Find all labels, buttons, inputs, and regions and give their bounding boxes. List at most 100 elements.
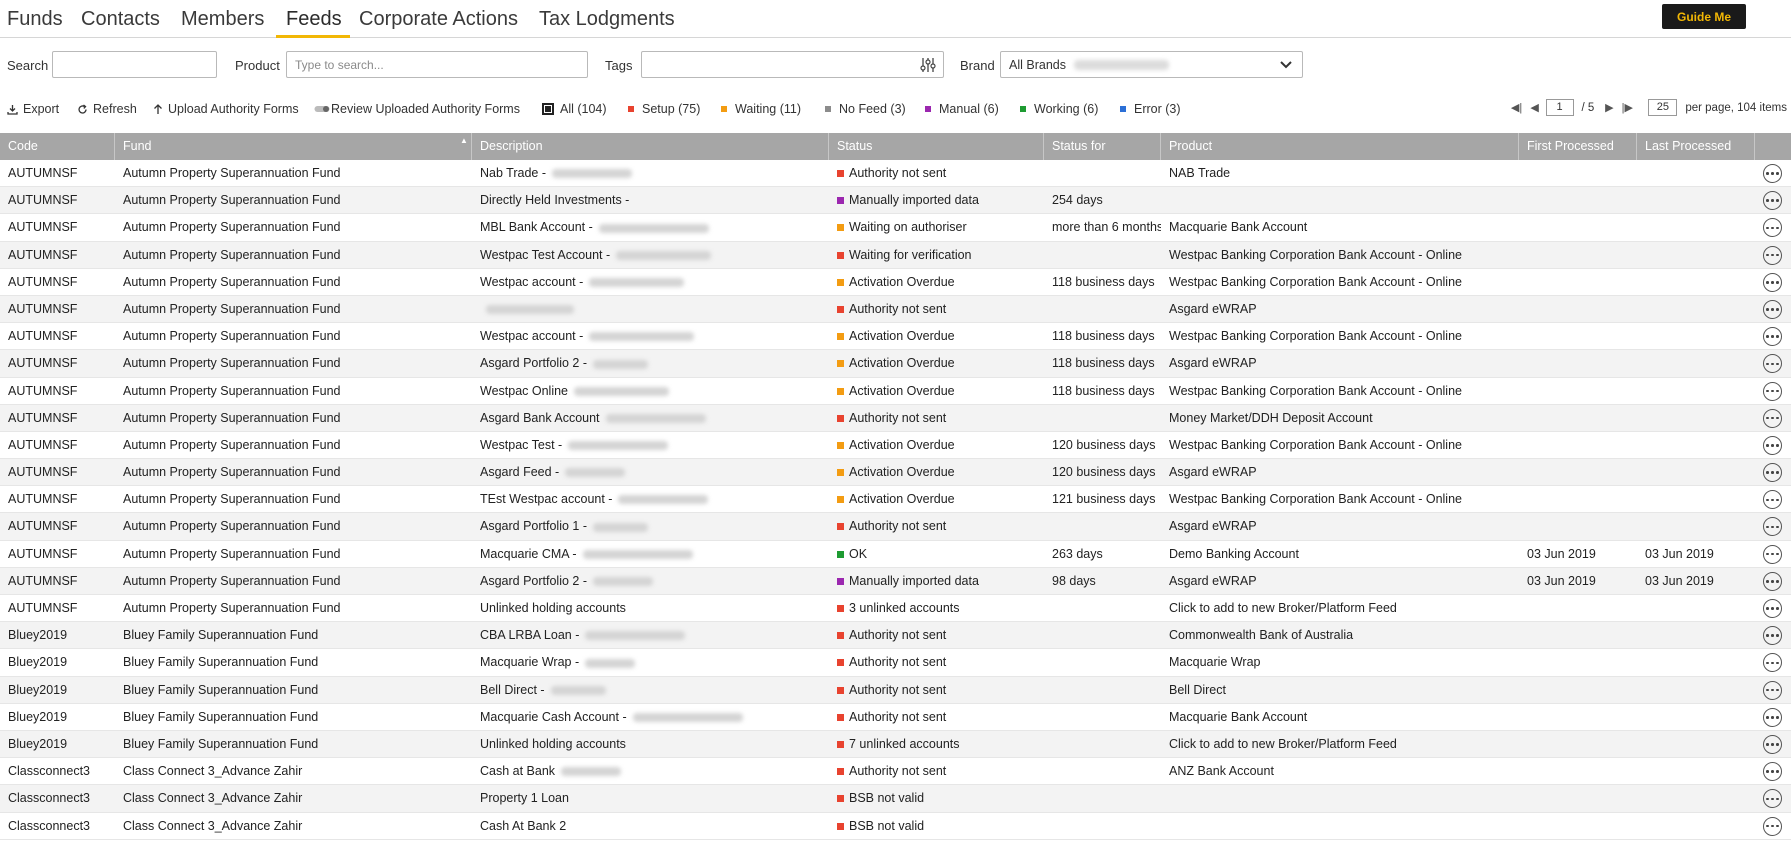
row-actions-icon[interactable] xyxy=(1763,463,1782,483)
table-row[interactable]: AUTUMNSF Autumn Property Superannuation F… xyxy=(0,187,1791,215)
cell-product[interactable]: Click to add to new Broker/Platform Feed xyxy=(1161,731,1519,758)
refresh-button[interactable]: Refresh xyxy=(77,102,137,116)
row-actions-icon[interactable] xyxy=(1763,599,1782,618)
table-row[interactable]: Bluey2019 Bluey Family Superannuation Fun… xyxy=(0,649,1791,677)
row-actions-icon[interactable] xyxy=(1763,164,1782,183)
cell-product[interactable]: Asgard eWRAP xyxy=(1161,350,1519,377)
row-actions-icon[interactable] xyxy=(1763,762,1782,782)
tab-contacts[interactable]: Contacts xyxy=(81,8,160,31)
tab-corporate-actions[interactable]: Corporate Actions xyxy=(359,8,518,31)
table-row[interactable]: AUTUMNSF Autumn Property Superannuation F… xyxy=(0,323,1791,351)
cell-product[interactable]: Bell Direct xyxy=(1161,677,1519,704)
table-row[interactable]: AUTUMNSF Autumn Property Superannuation F… xyxy=(0,378,1791,405)
last-page-icon[interactable]: |▶ xyxy=(1620,101,1634,114)
export-button[interactable]: Export xyxy=(7,102,59,116)
row-actions-icon[interactable] xyxy=(1763,816,1782,836)
table-row[interactable]: Bluey2019 Bluey Family Superannuation Fun… xyxy=(0,704,1791,731)
row-actions-icon[interactable] xyxy=(1763,544,1782,564)
tab-members[interactable]: Members xyxy=(181,8,264,31)
row-actions-icon[interactable] xyxy=(1763,381,1782,401)
column-header-description[interactable]: Description xyxy=(472,133,829,160)
legend-manual[interactable]: Manual (6) xyxy=(925,102,999,116)
brand-select[interactable]: All Brands xyxy=(1000,51,1303,78)
cell-product[interactable]: Westpac Banking Corporation Bank Account… xyxy=(1161,323,1519,350)
legend-error[interactable]: Error (3) xyxy=(1120,102,1181,116)
column-header-status[interactable]: Status xyxy=(829,133,1044,160)
table-row[interactable]: AUTUMNSF Autumn Property Superannuation F… xyxy=(0,350,1791,378)
cell-product[interactable]: ANZ Bank Account xyxy=(1161,758,1519,785)
tab-feeds[interactable]: Feeds xyxy=(286,8,342,31)
cell-product[interactable]: Asgard eWRAP xyxy=(1161,513,1519,540)
cell-product[interactable] xyxy=(1161,785,1519,812)
column-header-first-processed[interactable]: First Processed xyxy=(1519,133,1637,160)
row-actions-icon[interactable] xyxy=(1763,218,1782,238)
row-actions-icon[interactable] xyxy=(1763,327,1782,347)
cell-product[interactable]: Macquarie Bank Account xyxy=(1161,214,1519,241)
cell-product[interactable]: Macquarie Wrap xyxy=(1161,649,1519,676)
cell-product[interactable]: Click to add to new Broker/Platform Feed xyxy=(1161,595,1519,622)
column-header-fund[interactable]: Fund xyxy=(115,133,472,160)
row-actions-icon[interactable] xyxy=(1763,734,1782,754)
table-row[interactable]: Bluey2019 Bluey Family Superannuation Fun… xyxy=(0,622,1791,650)
table-row[interactable]: AUTUMNSF Autumn Property Superannuation F… xyxy=(0,595,1791,623)
row-actions-icon[interactable] xyxy=(1763,408,1782,428)
review-uploaded-forms-button[interactable]: Review Uploaded Authority Forms xyxy=(314,102,520,116)
table-row[interactable]: AUTUMNSF Autumn Property Superannuation F… xyxy=(0,295,1791,324)
cell-product[interactable]: Asgard eWRAP xyxy=(1161,568,1519,595)
prev-page-icon[interactable]: ◀ xyxy=(1528,101,1542,114)
row-actions-icon[interactable] xyxy=(1763,653,1782,673)
column-header-last-processed[interactable]: Last Processed xyxy=(1637,133,1755,160)
tab-tax-lodgments[interactable]: Tax Lodgments xyxy=(539,8,675,31)
row-actions-icon[interactable] xyxy=(1763,299,1782,319)
column-header-product[interactable]: Product xyxy=(1161,133,1519,160)
table-row[interactable]: AUTUMNSF Autumn Property Superannuation F… xyxy=(0,214,1791,242)
table-row[interactable]: AUTUMNSF Autumn Property Superannuation F… xyxy=(0,432,1791,460)
cell-product[interactable] xyxy=(1161,187,1519,214)
row-actions-icon[interactable] xyxy=(1763,272,1782,292)
legend-no-feed[interactable]: No Feed (3) xyxy=(825,102,906,116)
cell-product[interactable]: Westpac Banking Corporation Bank Account… xyxy=(1161,242,1519,269)
column-header-status-for[interactable]: Status for xyxy=(1044,133,1161,160)
table-row[interactable]: AUTUMNSF Autumn Property Superannuation F… xyxy=(0,513,1791,541)
cell-product[interactable] xyxy=(1161,813,1519,840)
table-row[interactable]: AUTUMNSF Autumn Property Superannuation F… xyxy=(0,269,1791,296)
legend-setup[interactable]: Setup (75) xyxy=(628,102,700,116)
cell-product[interactable]: Demo Banking Account xyxy=(1161,541,1519,568)
table-row[interactable]: Classconnect3 Class Connect 3_Advance Zah… xyxy=(0,785,1791,813)
table-row[interactable]: Classconnect3 Class Connect 3_Advance Zah… xyxy=(0,813,1791,840)
cell-product[interactable]: Macquarie Bank Account xyxy=(1161,704,1519,731)
table-row[interactable]: AUTUMNSF Autumn Property Superannuation F… xyxy=(0,567,1791,595)
row-actions-icon[interactable] xyxy=(1763,626,1782,646)
tags-filter-icon[interactable] xyxy=(920,57,936,73)
cell-product[interactable]: Westpac Banking Corporation Bank Account… xyxy=(1161,269,1519,296)
table-row[interactable]: Classconnect3 Class Connect 3_Advance Zah… xyxy=(0,758,1791,786)
cell-product[interactable]: Asgard eWRAP xyxy=(1161,296,1519,323)
legend-all[interactable]: All (104) xyxy=(542,102,607,116)
row-actions-icon[interactable] xyxy=(1763,789,1782,809)
row-actions-icon[interactable] xyxy=(1763,245,1782,265)
table-row[interactable]: AUTUMNSF Autumn Property Superannuation F… xyxy=(0,459,1791,487)
next-page-icon[interactable]: ▶ xyxy=(1602,101,1616,114)
table-row[interactable]: Bluey2019 Bluey Family Superannuation Fun… xyxy=(0,676,1791,704)
cell-product[interactable]: Westpac Banking Corporation Bank Account… xyxy=(1161,378,1519,405)
table-row[interactable]: AUTUMNSF Autumn Property Superannuation F… xyxy=(0,241,1791,269)
search-input[interactable] xyxy=(52,51,217,78)
row-actions-icon[interactable] xyxy=(1763,435,1782,455)
row-actions-icon[interactable] xyxy=(1763,680,1782,700)
cell-product[interactable]: Money Market/DDH Deposit Account xyxy=(1161,405,1519,432)
cell-product[interactable]: Commonwealth Bank of Australia xyxy=(1161,622,1519,649)
first-page-icon[interactable]: ◀| xyxy=(1510,101,1524,114)
cell-product[interactable]: Asgard eWRAP xyxy=(1161,459,1519,486)
table-row[interactable]: AUTUMNSF Autumn Property Superannuation F… xyxy=(0,160,1791,188)
row-actions-icon[interactable] xyxy=(1763,517,1782,537)
row-actions-icon[interactable] xyxy=(1763,191,1782,211)
cell-product[interactable]: Westpac Banking Corporation Bank Account… xyxy=(1161,432,1519,459)
table-row[interactable]: AUTUMNSF Autumn Property Superannuation F… xyxy=(0,404,1791,432)
table-row[interactable]: AUTUMNSF Autumn Property Superannuation F… xyxy=(0,486,1791,514)
page-size-input[interactable]: 25 xyxy=(1648,99,1678,116)
row-actions-icon[interactable] xyxy=(1763,571,1782,591)
page-number-input[interactable]: 1 xyxy=(1545,99,1574,116)
tags-input[interactable] xyxy=(641,51,944,78)
legend-working[interactable]: Working (6) xyxy=(1020,102,1098,116)
cell-product[interactable]: Westpac Banking Corporation Bank Account… xyxy=(1161,486,1519,513)
